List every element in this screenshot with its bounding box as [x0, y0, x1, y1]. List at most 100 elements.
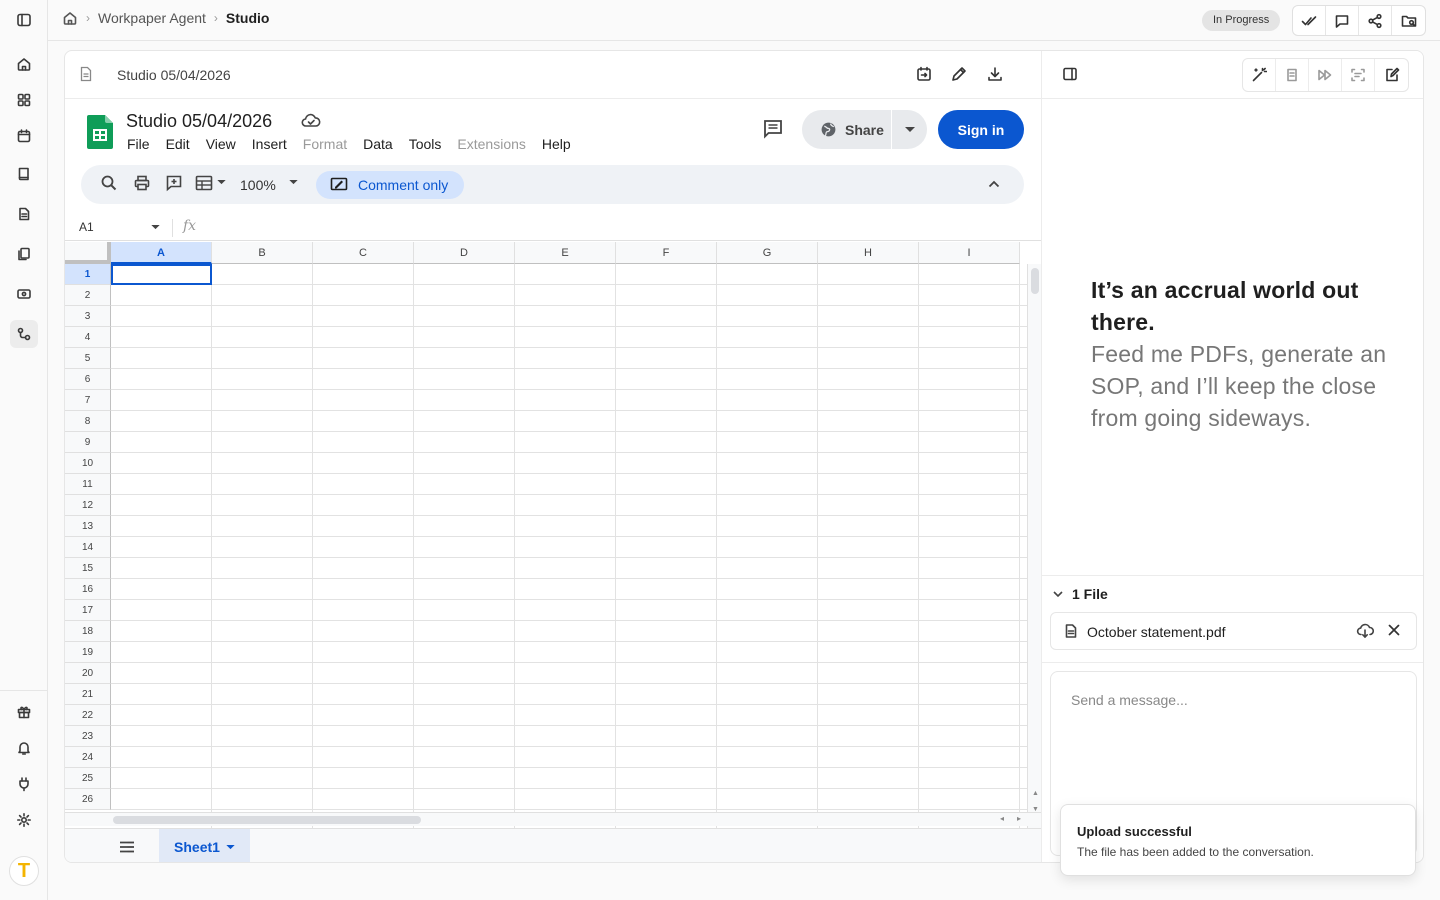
column-header[interactable]: I	[919, 242, 1020, 264]
breadcrumb-parent[interactable]: Workpaper Agent	[98, 10, 206, 26]
add-comment-icon[interactable]	[165, 174, 183, 192]
menu-edit[interactable]: Edit	[166, 136, 190, 152]
table-icon[interactable]	[195, 174, 215, 192]
calendar-icon[interactable]	[10, 122, 38, 150]
share-main[interactable]: Share	[802, 110, 892, 149]
payment-icon[interactable]	[10, 280, 38, 308]
horizontal-scrollbar[interactable]: ◂ ▸	[65, 812, 1041, 826]
row-header[interactable]: 24	[65, 747, 111, 768]
name-box-dropdown-icon[interactable]	[151, 225, 160, 230]
selected-cell[interactable]	[111, 264, 212, 285]
magic-wand-icon[interactable]	[1243, 59, 1276, 91]
column-header[interactable]: E	[515, 242, 616, 264]
share-button[interactable]: Share	[802, 110, 927, 149]
zoom-dropdown-icon[interactable]	[289, 180, 298, 185]
cell-grid[interactable]	[111, 264, 1028, 832]
book-icon[interactable]	[10, 160, 38, 188]
column-header[interactable]: H	[818, 242, 919, 264]
row-header[interactable]: 9	[65, 432, 111, 453]
bell-icon[interactable]	[10, 734, 38, 762]
table-dropdown-icon[interactable]	[217, 180, 226, 185]
column-header[interactable]: A	[111, 242, 212, 264]
scroll-up-icon[interactable]: ▲	[1032, 790, 1039, 797]
dashboard-icon[interactable]	[10, 86, 38, 114]
column-header[interactable]: C	[313, 242, 414, 264]
vertical-scrollbar[interactable]	[1027, 264, 1041, 832]
sidebar-toggle-icon[interactable]	[10, 6, 38, 34]
cloud-saved-icon[interactable]	[301, 113, 321, 129]
row-header[interactable]: 8	[65, 411, 111, 432]
share-dropdown-icon[interactable]	[892, 126, 927, 133]
menu-view[interactable]: View	[206, 136, 236, 152]
row-header[interactable]: 13	[65, 516, 111, 537]
row-header[interactable]: 17	[65, 600, 111, 621]
row-header[interactable]: 22	[65, 705, 111, 726]
spreadsheet-grid[interactable]: ABCDEFGHI 1 2 3 4 5 6 7 8 9 10 11 12 13 14 15 16 17 18 19 2…	[65, 242, 1041, 832]
comment-icon[interactable]	[1326, 6, 1359, 35]
fast-forward-icon[interactable]	[1309, 59, 1342, 91]
all-sheets-menu-icon[interactable]	[119, 841, 135, 853]
row-header[interactable]: 7	[65, 390, 111, 411]
scroll-left-icon[interactable]: ◂	[1000, 814, 1004, 823]
scan-text-icon[interactable]	[1342, 59, 1375, 91]
row-header[interactable]: 15	[65, 558, 111, 579]
row-header[interactable]: 23	[65, 726, 111, 747]
files-icon[interactable]	[10, 240, 38, 268]
horizontal-scroll-thumb[interactable]	[113, 816, 421, 824]
share-icon[interactable]	[1359, 6, 1392, 35]
notes-icon[interactable]	[1276, 59, 1309, 91]
row-header[interactable]: 12	[65, 495, 111, 516]
select-all-corner[interactable]	[65, 242, 111, 264]
sign-in-button[interactable]: Sign in	[938, 110, 1024, 149]
column-header[interactable]: G	[717, 242, 818, 264]
menu-file[interactable]: File	[127, 136, 150, 152]
gift-icon[interactable]	[10, 698, 38, 726]
file-item[interactable]: October statement.pdf	[1050, 612, 1417, 650]
column-header[interactable]: B	[212, 242, 313, 264]
menu-help[interactable]: Help	[542, 136, 571, 152]
vertical-scroll-thumb[interactable]	[1031, 268, 1039, 294]
name-box[interactable]: A1	[79, 220, 94, 234]
row-header[interactable]: 11	[65, 474, 111, 495]
row-header[interactable]: 20	[65, 663, 111, 684]
home-icon[interactable]	[62, 10, 78, 26]
comment-history-icon[interactable]	[762, 118, 784, 140]
row-header[interactable]: 10	[65, 453, 111, 474]
pencil-icon[interactable]	[950, 65, 968, 83]
document-icon[interactable]	[10, 200, 38, 228]
row-header[interactable]: 26	[65, 789, 111, 810]
menu-tools[interactable]: Tools	[409, 136, 442, 152]
spreadsheet-title[interactable]: Studio 05/04/2026	[126, 111, 272, 132]
scroll-right-icon[interactable]: ▸	[1017, 814, 1021, 823]
plug-icon[interactable]	[10, 770, 38, 798]
sheet-tab-dropdown-icon[interactable]	[226, 844, 235, 850]
calendar-sync-icon[interactable]	[915, 65, 933, 83]
column-header[interactable]: F	[616, 242, 717, 264]
zoom-select[interactable]: 100%	[240, 177, 276, 193]
row-header[interactable]: 4	[65, 327, 111, 348]
chevron-up-icon[interactable]	[987, 177, 1001, 191]
row-header[interactable]: 18	[65, 621, 111, 642]
row-header[interactable]: 2	[65, 285, 111, 306]
row-header[interactable]: 14	[65, 537, 111, 558]
row-header[interactable]: 6	[65, 369, 111, 390]
app-logo[interactable]: T	[9, 856, 39, 886]
row-header[interactable]: 1	[65, 264, 111, 285]
search-icon[interactable]	[100, 174, 118, 192]
comment-only-mode[interactable]: Comment only	[316, 171, 465, 199]
workflow-icon[interactable]	[10, 320, 38, 348]
row-header[interactable]: 5	[65, 348, 111, 369]
column-header[interactable]: D	[414, 242, 515, 264]
menu-data[interactable]: Data	[363, 136, 393, 152]
row-header[interactable]: 21	[65, 684, 111, 705]
row-header[interactable]: 3	[65, 306, 111, 327]
edit-note-icon[interactable]	[1375, 59, 1408, 91]
sheet-tab[interactable]: Sheet1	[159, 829, 250, 862]
files-toggle[interactable]: 1 File	[1052, 586, 1108, 602]
row-header[interactable]: 16	[65, 579, 111, 600]
menu-insert[interactable]: Insert	[252, 136, 287, 152]
close-icon[interactable]	[1387, 623, 1401, 637]
home-icon[interactable]	[10, 50, 38, 78]
panel-toggle-icon[interactable]	[1062, 66, 1078, 82]
message-input[interactable]	[1071, 692, 1371, 708]
